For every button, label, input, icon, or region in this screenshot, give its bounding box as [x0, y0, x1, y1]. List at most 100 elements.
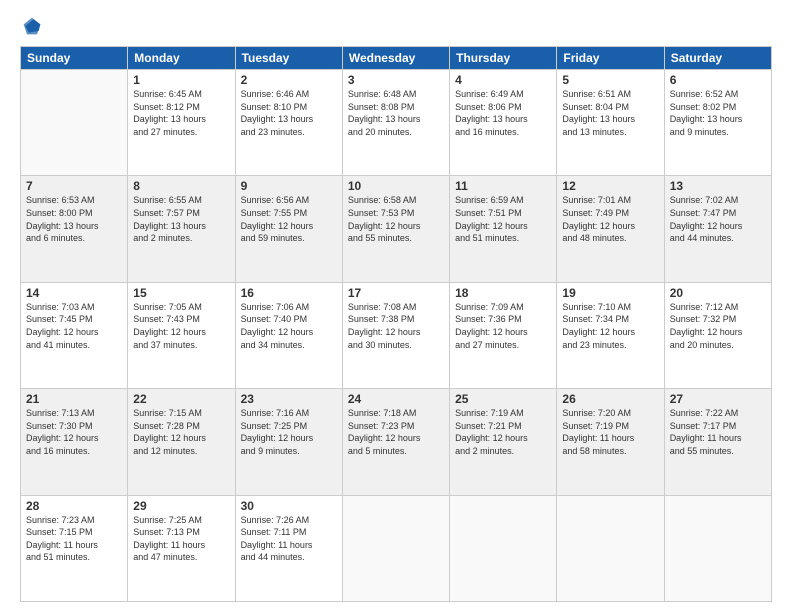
day-number: 19: [562, 286, 658, 300]
day-number: 12: [562, 179, 658, 193]
day-number: 22: [133, 392, 229, 406]
day-number: 23: [241, 392, 337, 406]
day-info: Sunrise: 6:53 AM Sunset: 8:00 PM Dayligh…: [26, 194, 122, 244]
calendar-week-row: 14Sunrise: 7:03 AM Sunset: 7:45 PM Dayli…: [21, 282, 772, 388]
day-info: Sunrise: 7:15 AM Sunset: 7:28 PM Dayligh…: [133, 407, 229, 457]
calendar-cell: 27Sunrise: 7:22 AM Sunset: 7:17 PM Dayli…: [664, 389, 771, 495]
calendar-header-thursday: Thursday: [450, 47, 557, 70]
calendar-cell: [342, 495, 449, 601]
calendar-cell: 5Sunrise: 6:51 AM Sunset: 8:04 PM Daylig…: [557, 70, 664, 176]
day-number: 2: [241, 73, 337, 87]
day-number: 1: [133, 73, 229, 87]
calendar-cell: 26Sunrise: 7:20 AM Sunset: 7:19 PM Dayli…: [557, 389, 664, 495]
logo-icon: [22, 16, 42, 36]
day-number: 24: [348, 392, 444, 406]
day-info: Sunrise: 6:55 AM Sunset: 7:57 PM Dayligh…: [133, 194, 229, 244]
calendar-cell: 7Sunrise: 6:53 AM Sunset: 8:00 PM Daylig…: [21, 176, 128, 282]
day-number: 20: [670, 286, 766, 300]
calendar-cell: 10Sunrise: 6:58 AM Sunset: 7:53 PM Dayli…: [342, 176, 449, 282]
calendar-header-row: SundayMondayTuesdayWednesdayThursdayFrid…: [21, 47, 772, 70]
day-number: 28: [26, 499, 122, 513]
day-info: Sunrise: 6:56 AM Sunset: 7:55 PM Dayligh…: [241, 194, 337, 244]
day-info: Sunrise: 7:03 AM Sunset: 7:45 PM Dayligh…: [26, 301, 122, 351]
day-number: 16: [241, 286, 337, 300]
day-number: 21: [26, 392, 122, 406]
calendar-cell: 8Sunrise: 6:55 AM Sunset: 7:57 PM Daylig…: [128, 176, 235, 282]
calendar-header-friday: Friday: [557, 47, 664, 70]
day-info: Sunrise: 6:51 AM Sunset: 8:04 PM Dayligh…: [562, 88, 658, 138]
calendar-cell: 11Sunrise: 6:59 AM Sunset: 7:51 PM Dayli…: [450, 176, 557, 282]
calendar-week-row: 7Sunrise: 6:53 AM Sunset: 8:00 PM Daylig…: [21, 176, 772, 282]
day-number: 27: [670, 392, 766, 406]
day-number: 9: [241, 179, 337, 193]
day-number: 25: [455, 392, 551, 406]
calendar-cell: 19Sunrise: 7:10 AM Sunset: 7:34 PM Dayli…: [557, 282, 664, 388]
day-info: Sunrise: 7:22 AM Sunset: 7:17 PM Dayligh…: [670, 407, 766, 457]
calendar-header-wednesday: Wednesday: [342, 47, 449, 70]
day-info: Sunrise: 6:52 AM Sunset: 8:02 PM Dayligh…: [670, 88, 766, 138]
calendar-cell: [450, 495, 557, 601]
calendar-cell: 17Sunrise: 7:08 AM Sunset: 7:38 PM Dayli…: [342, 282, 449, 388]
day-info: Sunrise: 7:05 AM Sunset: 7:43 PM Dayligh…: [133, 301, 229, 351]
day-number: 10: [348, 179, 444, 193]
calendar-cell: 6Sunrise: 6:52 AM Sunset: 8:02 PM Daylig…: [664, 70, 771, 176]
calendar-cell: 30Sunrise: 7:26 AM Sunset: 7:11 PM Dayli…: [235, 495, 342, 601]
day-number: 15: [133, 286, 229, 300]
calendar-cell: 15Sunrise: 7:05 AM Sunset: 7:43 PM Dayli…: [128, 282, 235, 388]
day-number: 13: [670, 179, 766, 193]
calendar-cell: 24Sunrise: 7:18 AM Sunset: 7:23 PM Dayli…: [342, 389, 449, 495]
calendar-header-monday: Monday: [128, 47, 235, 70]
calendar-cell: 25Sunrise: 7:19 AM Sunset: 7:21 PM Dayli…: [450, 389, 557, 495]
calendar-cell: 29Sunrise: 7:25 AM Sunset: 7:13 PM Dayli…: [128, 495, 235, 601]
day-number: 17: [348, 286, 444, 300]
page: SundayMondayTuesdayWednesdayThursdayFrid…: [0, 0, 792, 612]
day-info: Sunrise: 7:23 AM Sunset: 7:15 PM Dayligh…: [26, 514, 122, 564]
calendar-cell: 1Sunrise: 6:45 AM Sunset: 8:12 PM Daylig…: [128, 70, 235, 176]
day-info: Sunrise: 7:20 AM Sunset: 7:19 PM Dayligh…: [562, 407, 658, 457]
day-info: Sunrise: 7:10 AM Sunset: 7:34 PM Dayligh…: [562, 301, 658, 351]
day-number: 30: [241, 499, 337, 513]
day-info: Sunrise: 6:46 AM Sunset: 8:10 PM Dayligh…: [241, 88, 337, 138]
day-info: Sunrise: 7:09 AM Sunset: 7:36 PM Dayligh…: [455, 301, 551, 351]
day-number: 3: [348, 73, 444, 87]
calendar-cell: 23Sunrise: 7:16 AM Sunset: 7:25 PM Dayli…: [235, 389, 342, 495]
calendar-header-sunday: Sunday: [21, 47, 128, 70]
calendar-cell: 20Sunrise: 7:12 AM Sunset: 7:32 PM Dayli…: [664, 282, 771, 388]
day-info: Sunrise: 7:16 AM Sunset: 7:25 PM Dayligh…: [241, 407, 337, 457]
calendar-cell: 22Sunrise: 7:15 AM Sunset: 7:28 PM Dayli…: [128, 389, 235, 495]
calendar-cell: 3Sunrise: 6:48 AM Sunset: 8:08 PM Daylig…: [342, 70, 449, 176]
calendar-cell: 9Sunrise: 6:56 AM Sunset: 7:55 PM Daylig…: [235, 176, 342, 282]
day-number: 4: [455, 73, 551, 87]
day-info: Sunrise: 7:26 AM Sunset: 7:11 PM Dayligh…: [241, 514, 337, 564]
calendar-cell: 28Sunrise: 7:23 AM Sunset: 7:15 PM Dayli…: [21, 495, 128, 601]
day-info: Sunrise: 7:02 AM Sunset: 7:47 PM Dayligh…: [670, 194, 766, 244]
day-number: 26: [562, 392, 658, 406]
logo: [20, 16, 42, 36]
calendar-cell: 21Sunrise: 7:13 AM Sunset: 7:30 PM Dayli…: [21, 389, 128, 495]
calendar-cell: 14Sunrise: 7:03 AM Sunset: 7:45 PM Dayli…: [21, 282, 128, 388]
day-info: Sunrise: 7:01 AM Sunset: 7:49 PM Dayligh…: [562, 194, 658, 244]
day-info: Sunrise: 6:45 AM Sunset: 8:12 PM Dayligh…: [133, 88, 229, 138]
day-info: Sunrise: 7:13 AM Sunset: 7:30 PM Dayligh…: [26, 407, 122, 457]
day-number: 11: [455, 179, 551, 193]
day-info: Sunrise: 6:48 AM Sunset: 8:08 PM Dayligh…: [348, 88, 444, 138]
day-number: 5: [562, 73, 658, 87]
day-number: 6: [670, 73, 766, 87]
calendar-week-row: 1Sunrise: 6:45 AM Sunset: 8:12 PM Daylig…: [21, 70, 772, 176]
calendar-cell: [557, 495, 664, 601]
calendar-week-row: 28Sunrise: 7:23 AM Sunset: 7:15 PM Dayli…: [21, 495, 772, 601]
calendar-cell: 18Sunrise: 7:09 AM Sunset: 7:36 PM Dayli…: [450, 282, 557, 388]
day-info: Sunrise: 7:06 AM Sunset: 7:40 PM Dayligh…: [241, 301, 337, 351]
day-info: Sunrise: 7:08 AM Sunset: 7:38 PM Dayligh…: [348, 301, 444, 351]
day-info: Sunrise: 6:58 AM Sunset: 7:53 PM Dayligh…: [348, 194, 444, 244]
calendar-cell: [21, 70, 128, 176]
calendar-cell: 2Sunrise: 6:46 AM Sunset: 8:10 PM Daylig…: [235, 70, 342, 176]
calendar-week-row: 21Sunrise: 7:13 AM Sunset: 7:30 PM Dayli…: [21, 389, 772, 495]
day-number: 14: [26, 286, 122, 300]
calendar-cell: [664, 495, 771, 601]
calendar-cell: 16Sunrise: 7:06 AM Sunset: 7:40 PM Dayli…: [235, 282, 342, 388]
day-number: 7: [26, 179, 122, 193]
day-info: Sunrise: 7:18 AM Sunset: 7:23 PM Dayligh…: [348, 407, 444, 457]
calendar-cell: 4Sunrise: 6:49 AM Sunset: 8:06 PM Daylig…: [450, 70, 557, 176]
calendar-table: SundayMondayTuesdayWednesdayThursdayFrid…: [20, 46, 772, 602]
